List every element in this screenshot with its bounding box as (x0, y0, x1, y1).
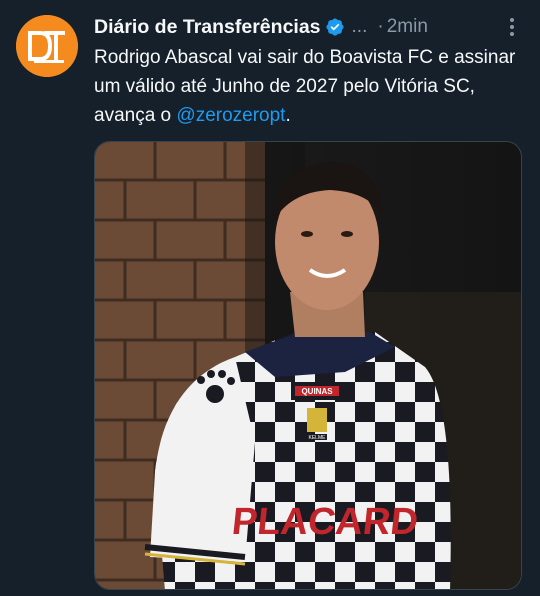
more-options-icon[interactable] (500, 15, 524, 39)
player-photo: QUINAS KELME PLACARD (95, 142, 521, 589)
author-avatar[interactable] (16, 15, 78, 77)
mention-link[interactable]: @zerozeropt (176, 105, 285, 126)
jersey-patch-text: QUINAS (301, 387, 333, 396)
verified-badge-icon (325, 17, 345, 37)
tweet-text: Rodrigo Abascal vai sair do Boavista FC … (94, 43, 534, 130)
tweet-photo[interactable]: QUINAS KELME PLACARD (94, 141, 522, 590)
dt-logo-icon (16, 15, 78, 77)
author-handle[interactable]: ... (352, 16, 368, 38)
separator-dot: · (377, 16, 384, 37)
author-display-name[interactable]: Diário de Transferências (94, 16, 321, 39)
jersey-sponsor-text: PLACARD (230, 501, 420, 543)
timestamp[interactable]: 2min (387, 16, 428, 38)
jersey-brand-text: KELME (309, 435, 327, 441)
tweet-header: Diário de Transferências ... · 2min (94, 13, 524, 41)
tweet-text-body: Rodrigo Abascal vai sair do Boavista FC … (94, 47, 516, 126)
tweet-text-end: . (285, 105, 291, 126)
tweet[interactable]: Diário de Transferências ... · 2min Rodr… (0, 0, 540, 596)
